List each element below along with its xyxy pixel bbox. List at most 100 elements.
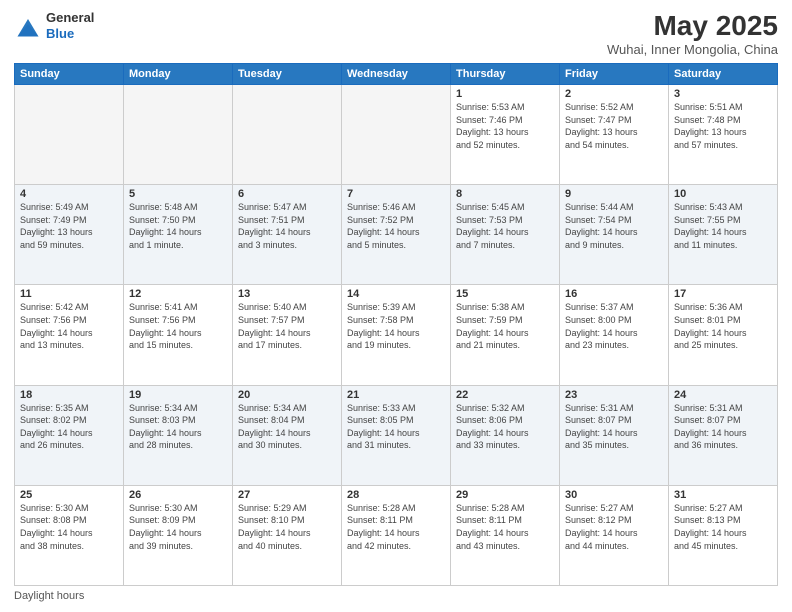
- day-number: 30: [565, 489, 663, 501]
- calendar-cell: 19Sunrise: 5:34 AM Sunset: 8:03 PM Dayli…: [124, 385, 233, 485]
- day-info: Sunrise: 5:42 AM Sunset: 7:56 PM Dayligh…: [20, 301, 118, 351]
- calendar-cell: 10Sunrise: 5:43 AM Sunset: 7:55 PM Dayli…: [669, 185, 778, 285]
- calendar-week-1: 4Sunrise: 5:49 AM Sunset: 7:49 PM Daylig…: [15, 185, 778, 285]
- calendar-cell: 31Sunrise: 5:27 AM Sunset: 8:13 PM Dayli…: [669, 485, 778, 585]
- day-number: 24: [674, 389, 772, 401]
- day-info: Sunrise: 5:41 AM Sunset: 7:56 PM Dayligh…: [129, 301, 227, 351]
- day-number: 22: [456, 389, 554, 401]
- day-number: 11: [20, 288, 118, 300]
- calendar-cell: 9Sunrise: 5:44 AM Sunset: 7:54 PM Daylig…: [560, 185, 669, 285]
- day-number: 17: [674, 288, 772, 300]
- day-number: 1: [456, 88, 554, 100]
- day-info: Sunrise: 5:47 AM Sunset: 7:51 PM Dayligh…: [238, 201, 336, 251]
- day-number: 16: [565, 288, 663, 300]
- day-info: Sunrise: 5:28 AM Sunset: 8:11 PM Dayligh…: [347, 502, 445, 552]
- calendar-header-thursday: Thursday: [451, 64, 560, 85]
- calendar-week-3: 18Sunrise: 5:35 AM Sunset: 8:02 PM Dayli…: [15, 385, 778, 485]
- calendar-cell: 26Sunrise: 5:30 AM Sunset: 8:09 PM Dayli…: [124, 485, 233, 585]
- calendar-cell: 24Sunrise: 5:31 AM Sunset: 8:07 PM Dayli…: [669, 385, 778, 485]
- day-info: Sunrise: 5:52 AM Sunset: 7:47 PM Dayligh…: [565, 101, 663, 151]
- day-info: Sunrise: 5:44 AM Sunset: 7:54 PM Dayligh…: [565, 201, 663, 251]
- calendar-cell: 25Sunrise: 5:30 AM Sunset: 8:08 PM Dayli…: [15, 485, 124, 585]
- calendar-cell: 16Sunrise: 5:37 AM Sunset: 8:00 PM Dayli…: [560, 285, 669, 385]
- calendar-cell: [15, 85, 124, 185]
- subtitle: Wuhai, Inner Mongolia, China: [607, 42, 778, 57]
- day-info: Sunrise: 5:45 AM Sunset: 7:53 PM Dayligh…: [456, 201, 554, 251]
- day-number: 26: [129, 489, 227, 501]
- calendar-header-tuesday: Tuesday: [233, 64, 342, 85]
- footer: Daylight hours: [14, 590, 778, 602]
- calendar-cell: 12Sunrise: 5:41 AM Sunset: 7:56 PM Dayli…: [124, 285, 233, 385]
- day-number: 18: [20, 389, 118, 401]
- day-info: Sunrise: 5:28 AM Sunset: 8:11 PM Dayligh…: [456, 502, 554, 552]
- day-number: 2: [565, 88, 663, 100]
- title-block: May 2025 Wuhai, Inner Mongolia, China: [607, 10, 778, 57]
- logo-general: General: [46, 10, 94, 26]
- calendar-cell: 5Sunrise: 5:48 AM Sunset: 7:50 PM Daylig…: [124, 185, 233, 285]
- day-info: Sunrise: 5:40 AM Sunset: 7:57 PM Dayligh…: [238, 301, 336, 351]
- calendar-header-wednesday: Wednesday: [342, 64, 451, 85]
- calendar-cell: 8Sunrise: 5:45 AM Sunset: 7:53 PM Daylig…: [451, 185, 560, 285]
- header: General Blue May 2025 Wuhai, Inner Mongo…: [14, 10, 778, 57]
- calendar-cell: [342, 85, 451, 185]
- calendar-header-monday: Monday: [124, 64, 233, 85]
- calendar-cell: 2Sunrise: 5:52 AM Sunset: 7:47 PM Daylig…: [560, 85, 669, 185]
- day-info: Sunrise: 5:27 AM Sunset: 8:12 PM Dayligh…: [565, 502, 663, 552]
- day-number: 9: [565, 188, 663, 200]
- day-number: 27: [238, 489, 336, 501]
- day-info: Sunrise: 5:53 AM Sunset: 7:46 PM Dayligh…: [456, 101, 554, 151]
- day-info: Sunrise: 5:49 AM Sunset: 7:49 PM Dayligh…: [20, 201, 118, 251]
- day-number: 23: [565, 389, 663, 401]
- calendar-cell: 29Sunrise: 5:28 AM Sunset: 8:11 PM Dayli…: [451, 485, 560, 585]
- logo-blue: Blue: [46, 26, 94, 42]
- day-number: 7: [347, 188, 445, 200]
- daylight-label: Daylight hours: [14, 590, 84, 602]
- day-info: Sunrise: 5:34 AM Sunset: 8:04 PM Dayligh…: [238, 402, 336, 452]
- calendar-cell: [233, 85, 342, 185]
- day-number: 15: [456, 288, 554, 300]
- day-info: Sunrise: 5:32 AM Sunset: 8:06 PM Dayligh…: [456, 402, 554, 452]
- day-info: Sunrise: 5:31 AM Sunset: 8:07 PM Dayligh…: [565, 402, 663, 452]
- calendar-cell: 14Sunrise: 5:39 AM Sunset: 7:58 PM Dayli…: [342, 285, 451, 385]
- day-info: Sunrise: 5:34 AM Sunset: 8:03 PM Dayligh…: [129, 402, 227, 452]
- calendar-cell: 7Sunrise: 5:46 AM Sunset: 7:52 PM Daylig…: [342, 185, 451, 285]
- calendar-cell: 21Sunrise: 5:33 AM Sunset: 8:05 PM Dayli…: [342, 385, 451, 485]
- calendar-cell: 30Sunrise: 5:27 AM Sunset: 8:12 PM Dayli…: [560, 485, 669, 585]
- day-number: 31: [674, 489, 772, 501]
- day-number: 8: [456, 188, 554, 200]
- day-number: 13: [238, 288, 336, 300]
- day-number: 10: [674, 188, 772, 200]
- calendar-cell: 23Sunrise: 5:31 AM Sunset: 8:07 PM Dayli…: [560, 385, 669, 485]
- day-info: Sunrise: 5:27 AM Sunset: 8:13 PM Dayligh…: [674, 502, 772, 552]
- day-number: 20: [238, 389, 336, 401]
- page: General Blue May 2025 Wuhai, Inner Mongo…: [0, 0, 792, 612]
- calendar-cell: 4Sunrise: 5:49 AM Sunset: 7:49 PM Daylig…: [15, 185, 124, 285]
- day-info: Sunrise: 5:31 AM Sunset: 8:07 PM Dayligh…: [674, 402, 772, 452]
- day-info: Sunrise: 5:51 AM Sunset: 7:48 PM Dayligh…: [674, 101, 772, 151]
- day-number: 29: [456, 489, 554, 501]
- calendar-cell: [124, 85, 233, 185]
- calendar-header-friday: Friday: [560, 64, 669, 85]
- day-info: Sunrise: 5:48 AM Sunset: 7:50 PM Dayligh…: [129, 201, 227, 251]
- day-info: Sunrise: 5:33 AM Sunset: 8:05 PM Dayligh…: [347, 402, 445, 452]
- calendar-cell: 15Sunrise: 5:38 AM Sunset: 7:59 PM Dayli…: [451, 285, 560, 385]
- calendar-cell: 18Sunrise: 5:35 AM Sunset: 8:02 PM Dayli…: [15, 385, 124, 485]
- day-info: Sunrise: 5:46 AM Sunset: 7:52 PM Dayligh…: [347, 201, 445, 251]
- day-number: 5: [129, 188, 227, 200]
- calendar-week-2: 11Sunrise: 5:42 AM Sunset: 7:56 PM Dayli…: [15, 285, 778, 385]
- day-info: Sunrise: 5:37 AM Sunset: 8:00 PM Dayligh…: [565, 301, 663, 351]
- day-info: Sunrise: 5:29 AM Sunset: 8:10 PM Dayligh…: [238, 502, 336, 552]
- calendar-cell: 27Sunrise: 5:29 AM Sunset: 8:10 PM Dayli…: [233, 485, 342, 585]
- main-title: May 2025: [607, 10, 778, 42]
- calendar-cell: 20Sunrise: 5:34 AM Sunset: 8:04 PM Dayli…: [233, 385, 342, 485]
- day-number: 6: [238, 188, 336, 200]
- calendar-cell: 11Sunrise: 5:42 AM Sunset: 7:56 PM Dayli…: [15, 285, 124, 385]
- day-info: Sunrise: 5:36 AM Sunset: 8:01 PM Dayligh…: [674, 301, 772, 351]
- calendar-cell: 22Sunrise: 5:32 AM Sunset: 8:06 PM Dayli…: [451, 385, 560, 485]
- day-info: Sunrise: 5:30 AM Sunset: 8:08 PM Dayligh…: [20, 502, 118, 552]
- logo-icon: [14, 12, 42, 40]
- day-number: 12: [129, 288, 227, 300]
- calendar-cell: 1Sunrise: 5:53 AM Sunset: 7:46 PM Daylig…: [451, 85, 560, 185]
- calendar-header-row: SundayMondayTuesdayWednesdayThursdayFrid…: [15, 64, 778, 85]
- day-info: Sunrise: 5:43 AM Sunset: 7:55 PM Dayligh…: [674, 201, 772, 251]
